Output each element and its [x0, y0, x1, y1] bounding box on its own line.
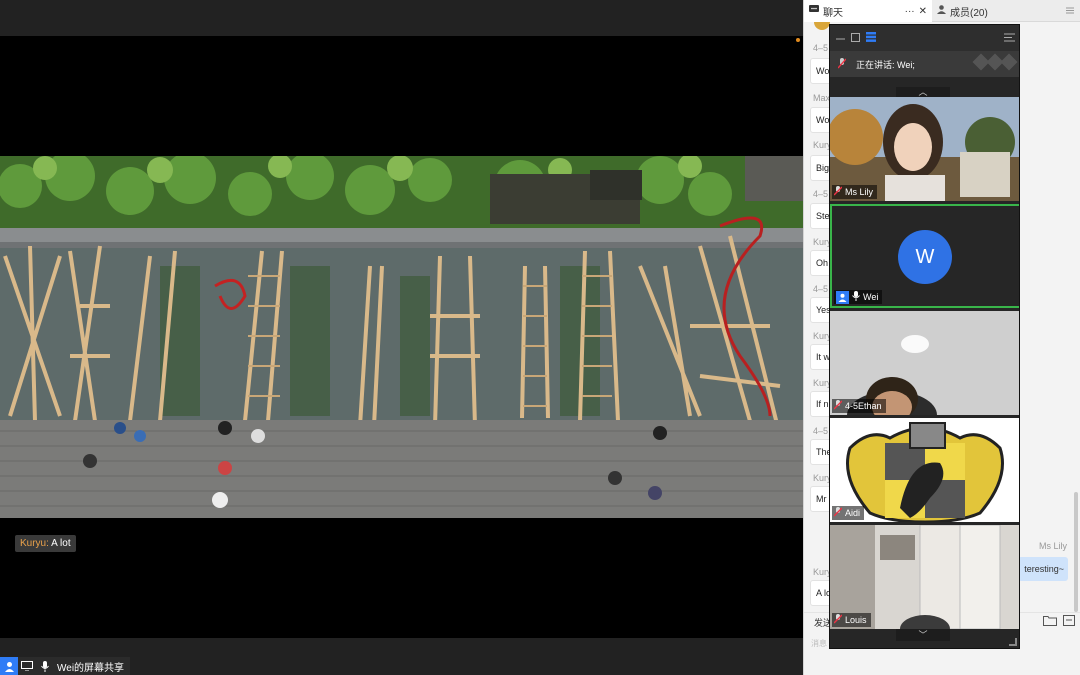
muted-mic-icon: [837, 57, 847, 71]
screen-share-label: Wei的屏幕共享: [0, 657, 131, 675]
participant-name: Louis: [845, 615, 867, 625]
message-input[interactable]: 消息: [811, 638, 827, 649]
screen-share-owner: Wei的屏幕共享: [57, 662, 125, 674]
tab-members-label: 成员(20): [950, 7, 988, 19]
close-icon[interactable]: ✕: [919, 6, 927, 17]
participant-name: Aidi: [845, 508, 861, 518]
tab-chat-label: 聊天: [823, 7, 843, 19]
person-icon: [937, 5, 946, 17]
caption-subtitle: Kuryu: A lot: [15, 535, 76, 552]
video-gallery-window[interactable]: 正在讲话: Wei; ︿ Ms Lily W Wei 4-5Ethan Aidi…: [829, 24, 1020, 649]
screenshot-icon[interactable]: [1063, 615, 1075, 629]
video-tile-louis[interactable]: Louis: [830, 525, 1019, 629]
video-tile-ms-lily[interactable]: Ms Lily: [830, 97, 1019, 201]
meeting-window: Kuryu: A lot Wei的屏幕共享 聊天 ··· ✕ 成员(20) 4–…: [0, 0, 1080, 675]
participant-label: Ms Lily: [832, 185, 878, 199]
shared-screen-area: Kuryu: A lot Wei的屏幕共享: [0, 0, 803, 675]
user-icon[interactable]: [0, 657, 18, 675]
microphone-icon: [852, 291, 860, 303]
shared-screen-image: [0, 156, 803, 518]
participant-label: Louis: [832, 613, 871, 627]
minimize-icon[interactable]: [836, 29, 845, 47]
message-sender-right: Ms Lily: [1038, 541, 1067, 551]
scroll-up-button[interactable]: ︿: [896, 87, 950, 97]
list-view-icon[interactable]: [866, 29, 876, 47]
participant-label: Aidi: [832, 506, 865, 520]
muted-mic-icon: [833, 400, 843, 412]
microphone-icon: [36, 657, 54, 675]
video-tile-ethan[interactable]: 4-5Ethan: [830, 311, 1019, 415]
more-icon[interactable]: ···: [905, 6, 915, 17]
participant-label: 4-5Ethan: [832, 399, 886, 413]
screen-share-icon: [18, 657, 36, 675]
compose-toolbar: [1043, 615, 1075, 629]
scroll-down-button[interactable]: ﹀: [896, 629, 950, 641]
caption-text: A lot: [48, 538, 71, 549]
window-icon[interactable]: [851, 29, 860, 47]
avatar: W: [898, 230, 952, 284]
share-top-bar: [0, 0, 803, 36]
menu-icon[interactable]: [1060, 0, 1080, 21]
resize-handle[interactable]: [1009, 638, 1017, 646]
muted-mic-icon: [833, 186, 843, 198]
chat-tabs: 聊天 ··· ✕ 成员(20): [804, 0, 1080, 22]
user-icon: [836, 290, 849, 304]
participant-label: Wei: [834, 290, 883, 304]
video-tile-aidi[interactable]: Aidi: [830, 418, 1019, 522]
folder-icon[interactable]: [1043, 615, 1057, 629]
tab-chat[interactable]: 聊天 ··· ✕: [804, 0, 932, 22]
video-tile-wei[interactable]: W Wei: [830, 204, 1019, 308]
chat-bubble-icon: [809, 5, 819, 17]
speaking-text: 正在讲话: Wei;: [856, 59, 915, 70]
message-bubble-right: teresting~: [1018, 557, 1068, 581]
logo-icon: [972, 53, 1018, 71]
settings-list-icon[interactable]: [1004, 29, 1015, 47]
muted-mic-icon: [833, 507, 843, 519]
chat-scrollbar[interactable]: [1074, 492, 1078, 612]
recording-dot: [796, 38, 800, 42]
participant-name: Wei: [863, 292, 879, 302]
participant-name: 4-5Ethan: [845, 401, 882, 411]
participant-name: Ms Lily: [845, 187, 874, 197]
avatar: [814, 22, 830, 30]
gallery-toolbar: [830, 25, 1019, 51]
tab-members[interactable]: 成员(20): [932, 0, 1060, 22]
muted-mic-icon: [833, 614, 843, 626]
speaking-indicator: 正在讲话: Wei;: [830, 51, 1019, 77]
caption-speaker: Kuryu:: [20, 538, 49, 549]
